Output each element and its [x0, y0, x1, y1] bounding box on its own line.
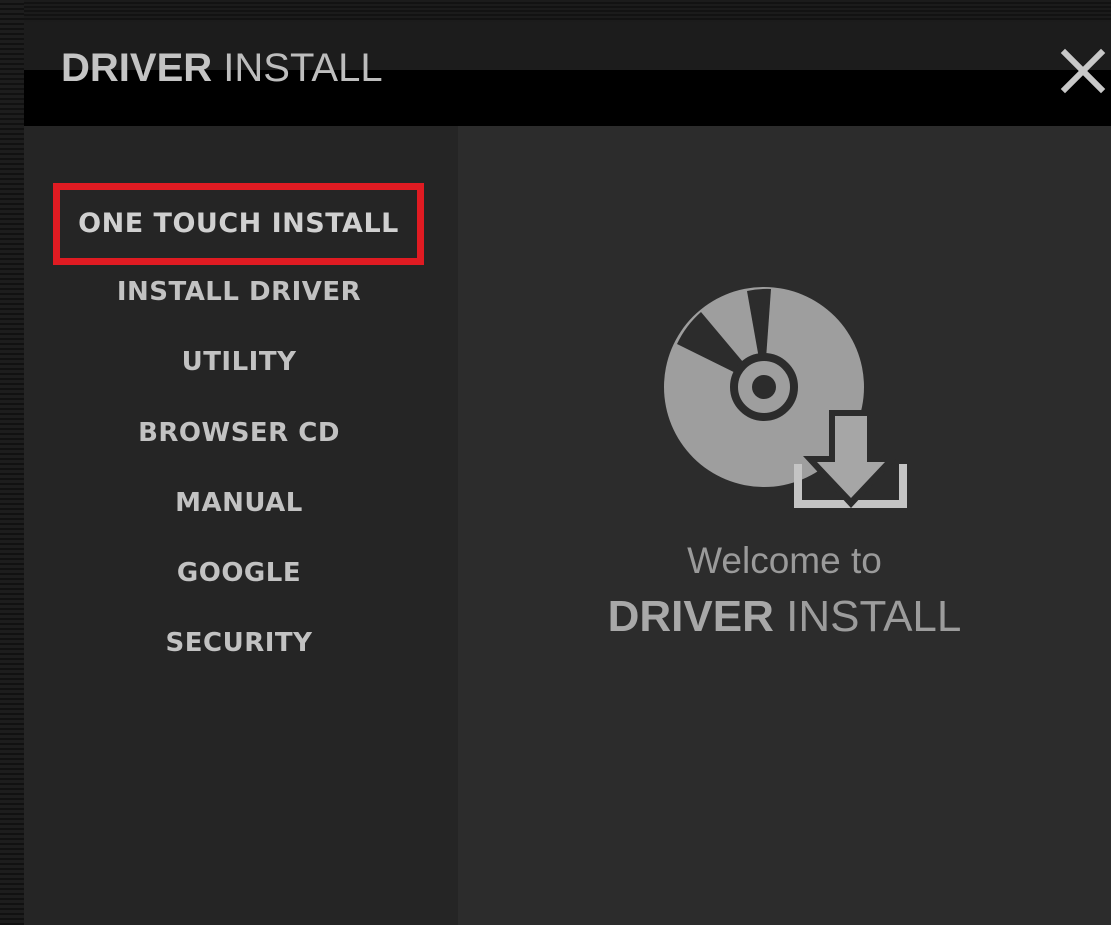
disc-download-icon	[664, 287, 907, 508]
welcome-product-name: DRIVER INSTALL	[458, 592, 1111, 642]
close-button[interactable]	[1060, 48, 1106, 94]
welcome-product-bold: DRIVER	[607, 592, 774, 641]
driver-install-window: DRIVER INSTALL ONE TOUCH INSTALL INSTALL…	[24, 22, 1111, 925]
welcome-panel: Welcome to DRIVER INSTALL	[458, 126, 1111, 925]
sidebar-item-google[interactable]: GOOGLE	[24, 558, 454, 588]
sidebar-item-utility[interactable]: UTILITY	[24, 347, 454, 377]
sidebar-item-install-driver[interactable]: INSTALL DRIVER	[24, 277, 454, 307]
welcome-product-rest: INSTALL	[786, 592, 962, 641]
sidebar-item-security[interactable]: SECURITY	[24, 628, 454, 658]
background-top	[0, 0, 1111, 22]
sidebar-item-manual[interactable]: MANUAL	[24, 488, 454, 518]
window-title: DRIVER INSTALL	[61, 46, 383, 91]
window-title-bold: DRIVER	[61, 46, 213, 90]
sidebar-nav: ONE TOUCH INSTALL INSTALL DRIVER UTILITY…	[24, 126, 458, 925]
background-left	[0, 0, 24, 925]
window-title-rest: INSTALL	[223, 46, 383, 90]
welcome-text: Welcome to	[687, 540, 882, 581]
close-icon	[1060, 48, 1106, 94]
sidebar-item-one-touch-install[interactable]: ONE TOUCH INSTALL	[53, 183, 424, 265]
title-bar[interactable]: DRIVER INSTALL	[24, 22, 1111, 126]
sidebar-item-browser-cd[interactable]: BROWSER CD	[24, 418, 454, 448]
